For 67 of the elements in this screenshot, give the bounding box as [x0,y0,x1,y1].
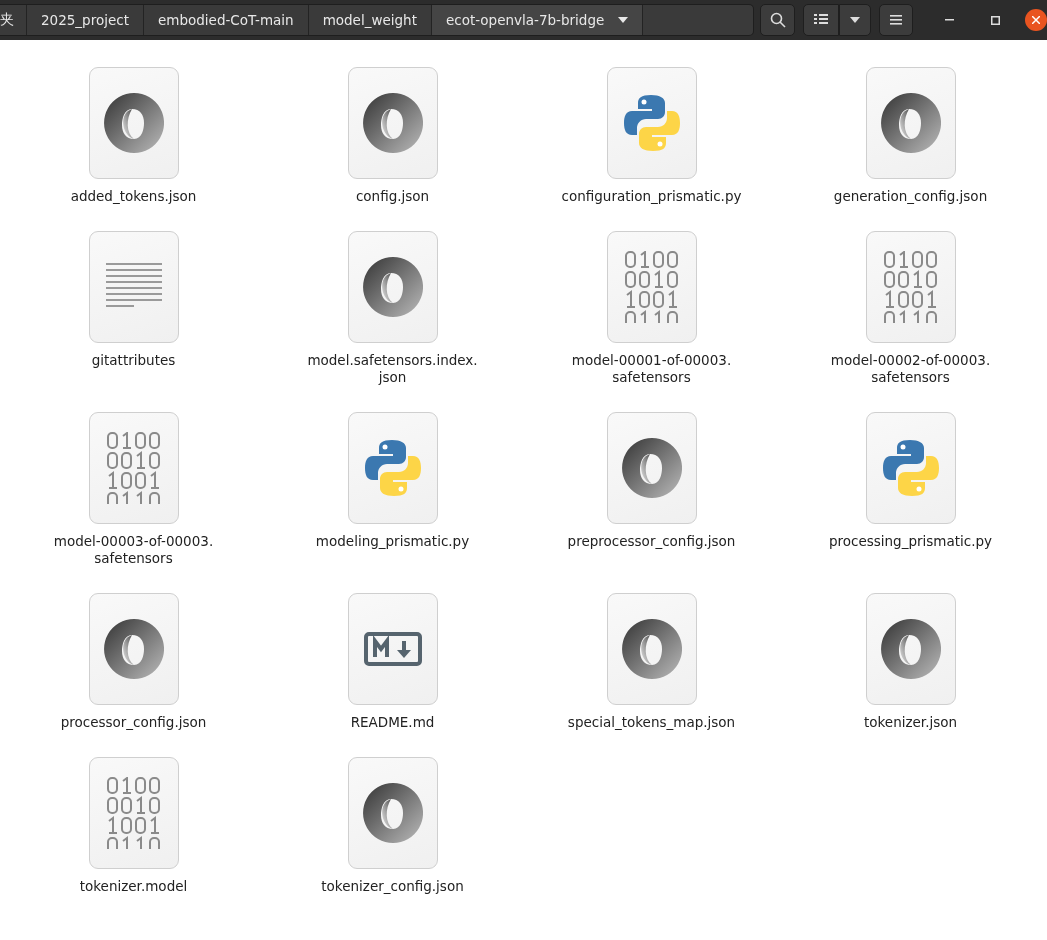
binary-file-icon [106,777,161,849]
file-name: gitattributes [91,352,176,369]
python-file-icon [363,439,422,497]
markdown-file-icon [363,632,422,666]
file-name: model-00003-of-00003. safetensors [53,533,214,567]
file-icon-card[interactable] [606,231,697,343]
file-icon-card[interactable] [347,412,438,524]
file-name: configuration_prismatic.py [561,188,742,205]
file-icon-card[interactable] [865,412,956,524]
file-icon-card[interactable] [606,412,697,524]
file-icon-card[interactable] [347,67,438,179]
caret-icon [850,17,861,23]
file-name: processing_prismatic.py [828,533,993,550]
json-file-icon [621,438,682,498]
list-icon [814,14,829,26]
file-name: model-00002-of-00003. safetensors [830,352,991,386]
json-file-icon [362,783,423,843]
close-icon [1032,16,1041,24]
file-icon-card[interactable] [347,757,438,869]
file-name: generation_config.json [833,188,988,205]
json-file-icon [103,619,164,679]
path-segment[interactable]: 夹 [0,5,27,35]
file-icon-card[interactable] [347,231,438,343]
json-file-icon [880,619,941,679]
json-file-icon [621,619,682,679]
minimize-icon [944,19,954,21]
file-name: added_tokens.json [70,188,197,205]
python-file-icon [881,439,940,497]
json-file-icon [362,257,423,317]
file-name: tokenizer.model [79,878,188,895]
menu-button[interactable] [879,4,914,36]
file-name: tokenizer.json [863,714,958,731]
file-icon-card[interactable] [88,412,179,524]
json-file-icon [880,93,941,153]
json-file-icon [362,93,423,153]
file-name: preprocessor_config.json [567,533,736,550]
file-icon-card[interactable] [88,67,179,179]
file-name: model-00001-of-00003. safetensors [571,352,732,386]
file-name: tokenizer_config.json [321,878,464,895]
json-file-icon [103,93,164,153]
file-name: processor_config.json [60,714,207,731]
file-icon-card[interactable] [606,67,697,179]
python-file-icon [622,94,681,152]
file-name: README.md [350,714,435,731]
binary-file-icon [106,432,161,504]
file-icon-card[interactable] [606,593,697,705]
file-icon-card[interactable] [865,593,956,705]
search-icon [769,12,786,28]
caret-icon [618,17,629,23]
view-options-button[interactable] [839,4,872,36]
maximize-icon [990,15,1000,25]
file-icon-card[interactable] [347,593,438,705]
file-name: config.json [355,188,430,205]
path-segment[interactable]: ecot-openvla-7b-bridge [431,5,644,35]
close-button[interactable] [1025,9,1047,31]
binary-file-icon [883,251,938,323]
menu-icon [890,15,903,25]
file-icon-card[interactable] [88,593,179,705]
file-name: special_tokens_map.json [567,714,736,731]
search-button[interactable] [759,4,796,36]
file-icon-card[interactable] [88,757,179,869]
file-icon-card[interactable] [865,231,956,343]
list-view-button[interactable] [803,4,840,36]
file-icon-card[interactable] [865,67,956,179]
file-name: model.safetensors.index. json [307,352,478,386]
file-name: modeling_prismatic.py [315,533,470,550]
binary-file-icon [624,251,679,323]
